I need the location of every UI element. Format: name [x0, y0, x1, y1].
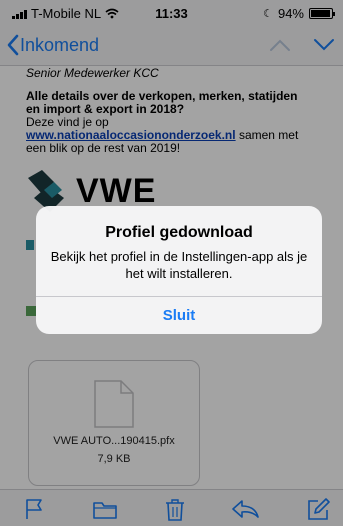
alert-message: Bekijk het profiel in de Instellingen-ap…	[50, 249, 308, 281]
close-button[interactable]: Sluit	[36, 297, 322, 334]
alert-dialog: Profiel gedownload Bekijk het profiel in…	[36, 206, 322, 334]
alert-title: Profiel gedownload	[105, 224, 253, 241]
